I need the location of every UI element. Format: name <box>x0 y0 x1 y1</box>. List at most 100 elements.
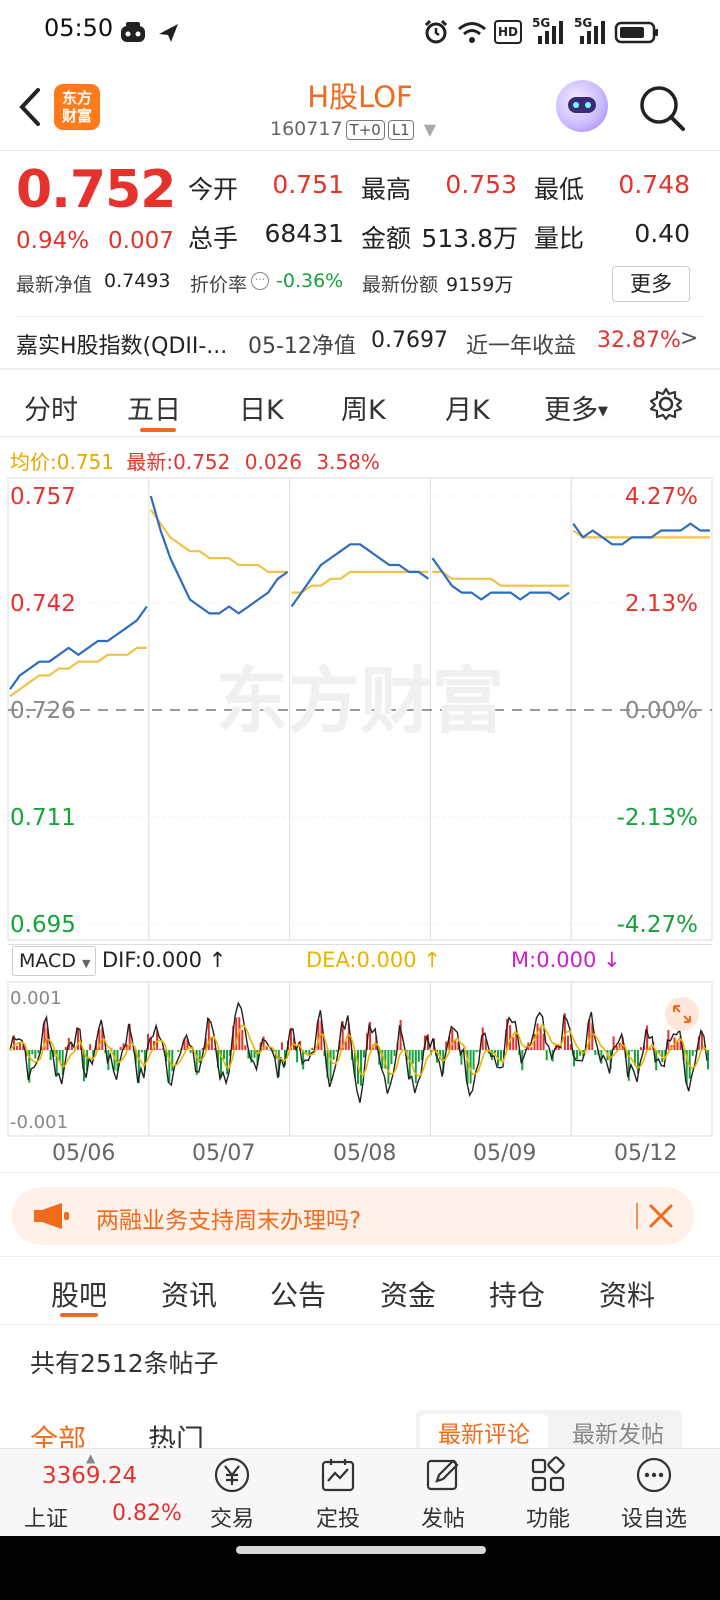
tab-guba[interactable]: 股吧 <box>51 1274 107 1314</box>
macd-dea-text: DEA:0.000 <box>306 948 417 972</box>
send-icon <box>159 24 178 42</box>
wifi-icon <box>458 22 486 43</box>
search-icon[interactable] <box>636 82 688 134</box>
nav-functions[interactable]: 功能 <box>503 1449 593 1537</box>
divider <box>0 1256 720 1257</box>
banner-divider <box>636 1203 638 1229</box>
index-change[interactable]: 0.82% <box>112 1501 182 1526</box>
macd-bar <box>34 1050 37 1059</box>
tab-intraday[interactable]: 分时 <box>24 388 78 427</box>
caret-down-icon: ▼ <box>82 957 91 970</box>
expand-button[interactable] <box>665 997 699 1031</box>
macd-bar <box>417 1050 420 1062</box>
tab-weekly-k[interactable]: 周K <box>341 388 386 427</box>
nav-post[interactable]: 发帖 <box>398 1449 488 1537</box>
info-dots-icon[interactable]: ··· <box>251 272 269 290</box>
macd-bar <box>198 1050 201 1063</box>
fund-nav: 0.7697 <box>371 328 448 353</box>
more-button[interactable]: 更多 <box>612 266 690 302</box>
macd-bar <box>311 1047 314 1050</box>
change-value: 0.007 <box>108 228 174 254</box>
index-name[interactable]: 上证 <box>24 1501 68 1533</box>
nav-trade[interactable]: 交易 <box>187 1449 277 1537</box>
macd-bar <box>640 1047 642 1050</box>
y-tick-left: 0.695 <box>10 912 76 938</box>
nav-fixed-invest[interactable]: 定投 <box>293 1449 383 1537</box>
chevron-right-icon: > <box>680 326 699 351</box>
tab-funds[interactable]: 资金 <box>380 1274 436 1314</box>
stock-code-row[interactable]: 160717 T+0 L1 ▼ <box>270 118 436 140</box>
amount-value: 513.8万 <box>421 224 518 253</box>
post-count: 共有2512条帖子 <box>30 1349 219 1378</box>
macd-chart[interactable]: 0.001 -0.001 <box>0 980 720 1158</box>
assistant-robot-icon[interactable] <box>556 80 608 132</box>
hd-badge: HD <box>494 20 522 44</box>
indicator-select-value: MACD <box>19 950 76 972</box>
macd-m: M:0.000 ↓ <box>511 948 621 972</box>
tab-monthly-k[interactable]: 月K <box>445 388 490 427</box>
fund-name: 嘉实H股指数(QDII-... <box>16 334 228 359</box>
fund-nav-date: 05-12净值 <box>248 334 356 359</box>
date-label: 05/06 <box>52 1141 116 1166</box>
macd-bar <box>472 1050 475 1070</box>
macd-bar <box>16 1045 19 1050</box>
y-tick-left: 0.757 <box>10 484 76 510</box>
divider <box>0 436 720 437</box>
bottom-nav: ▲ 3369.24 上证 0.82% 交易 定投 发帖 功能 设自选 <box>0 1448 720 1536</box>
tab-more[interactable]: 更多▼ <box>544 388 608 427</box>
divider <box>0 368 720 370</box>
macd-bar <box>545 1050 548 1061</box>
tab-daily-k[interactable]: 日K <box>239 388 284 427</box>
shares-value: 9159万 <box>446 274 514 296</box>
year-return-label: 近一年收益 <box>466 334 577 359</box>
macd-bar <box>363 1050 365 1058</box>
macd-bar <box>691 1050 694 1056</box>
home-gesture-pill[interactable] <box>236 1546 486 1554</box>
volume-ratio-label: 量比 <box>534 224 585 253</box>
divider <box>8 944 712 945</box>
y-tick-right: 2.13% <box>625 591 698 617</box>
signal-icon <box>538 21 563 44</box>
stock-code: 160717 <box>270 118 343 140</box>
close-icon[interactable] <box>648 1203 674 1229</box>
fund-info-row[interactable]: 嘉实H股指数(QDII-... 05-12净值 0.7697 近一年收益 32.… <box>0 318 720 368</box>
megaphone-icon <box>34 1203 69 1229</box>
tab-announcements[interactable]: 公告 <box>270 1274 326 1314</box>
tab-holdings[interactable]: 持仓 <box>489 1274 545 1314</box>
premium-label: 折价率 <box>190 274 248 296</box>
macd-bar <box>676 1041 679 1050</box>
settings-gear-icon[interactable] <box>648 386 684 422</box>
macd-bar <box>390 1050 393 1064</box>
index-value[interactable]: 3369.24 <box>42 1463 137 1489</box>
five-day-price-chart[interactable]: 东方财富 0.757 0.742 0.726 0.711 0.695 4.27% 2.13… <box>0 476 720 942</box>
caret-down-icon: ▼ <box>598 404 608 419</box>
nav-functions-label: 功能 <box>525 1507 570 1532</box>
macd-top-tick: 0.001 <box>10 988 62 1009</box>
tab-five-day[interactable]: 五日 <box>127 388 181 427</box>
active-tab-indicator <box>60 1313 98 1317</box>
y-tick-left: 0.726 <box>10 698 76 724</box>
year-return-value: 32.87% <box>597 328 681 353</box>
invest-chart-icon <box>321 1459 355 1492</box>
volume-label: 总手 <box>188 224 239 253</box>
tab-profile[interactable]: 资料 <box>599 1274 655 1314</box>
nav-label: 最新净值 <box>16 274 93 296</box>
promo-banner[interactable]: 两融业务支持周末办理吗? <box>12 1187 694 1245</box>
macd-bar <box>77 1027 79 1050</box>
y-tick-left: 0.742 <box>10 591 76 617</box>
macd-bar <box>280 1042 283 1050</box>
tab-news[interactable]: 资讯 <box>161 1274 217 1314</box>
high-label: 最高 <box>361 175 412 204</box>
macd-bar <box>530 1047 533 1050</box>
nav-watchlist-label: 设自选 <box>620 1507 687 1532</box>
divider <box>0 150 720 151</box>
volume-ratio-value: 0.40 <box>634 219 690 248</box>
nav-watchlist[interactable]: 设自选 <box>609 1449 699 1537</box>
status-bar: 05:50 HD 5G 5G <box>0 0 720 64</box>
indicator-select[interactable]: MACD ▼ <box>12 946 96 976</box>
y-tick-left: 0.711 <box>10 805 76 831</box>
macd-bar <box>387 1050 390 1084</box>
y-tick-right: -2.13% <box>617 805 698 831</box>
macd-bar <box>515 1033 518 1050</box>
macd-bar <box>119 1046 122 1050</box>
